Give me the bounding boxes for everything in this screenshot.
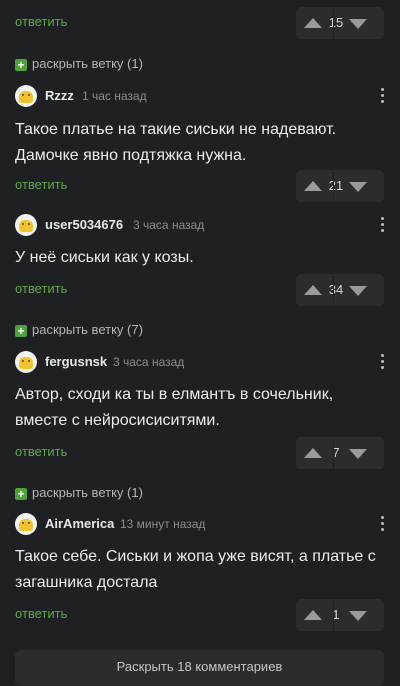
comment-header: user5034676 3 часа назад: [15, 214, 385, 238]
reply-link[interactable]: ответить: [15, 177, 67, 192]
expand-branch-button[interactable]: + раскрыть ветку (1): [15, 56, 143, 74]
downvote-icon[interactable]: [349, 19, 367, 29]
reply-link[interactable]: ответить: [15, 281, 67, 296]
reply-link[interactable]: ответить: [15, 444, 67, 459]
downvote-icon[interactable]: [349, 182, 367, 192]
upvote-icon[interactable]: [304, 18, 322, 28]
avatar[interactable]: [15, 214, 37, 236]
expand-all-comments-button[interactable]: Раскрыть 18 комментариев: [15, 650, 384, 686]
comment-actions: ответить 34: [0, 272, 400, 308]
vote-divider: [333, 601, 334, 633]
comment-header: AirAmerica 13 минут назад: [15, 513, 385, 537]
plus-icon: +: [15, 59, 27, 71]
vote-box: 34: [296, 274, 384, 308]
plus-icon: +: [15, 488, 27, 500]
vote-box: 21: [296, 170, 384, 204]
avatar[interactable]: [15, 351, 37, 373]
vote-count: 1: [332, 607, 340, 622]
comment-actions: ответить 21: [0, 168, 400, 204]
username[interactable]: fergusnsk: [45, 354, 107, 369]
comment-header: Rzzz 1 час назад: [15, 85, 385, 109]
comment-actions-top: ответить 15: [0, 5, 400, 41]
vote-divider: [333, 276, 334, 308]
expand-branch-button[interactable]: + раскрыть ветку (1): [15, 485, 143, 503]
avatar-icon: [19, 220, 33, 232]
comment-text: Автор, сходи ка ты в елмантъ в сочельник…: [15, 386, 334, 429]
avatar-icon: [19, 519, 33, 531]
username[interactable]: user5034676: [45, 217, 123, 232]
upvote-icon[interactable]: [304, 285, 322, 295]
downvote-icon[interactable]: [349, 449, 367, 459]
vote-divider: [333, 172, 334, 204]
avatar-icon: [19, 91, 33, 103]
vote-count: 15: [328, 15, 344, 30]
vote-count: 7: [332, 445, 340, 460]
comment-text: Такое себе. Сиськи и жопа уже висят, а п…: [15, 548, 376, 591]
expand-branch-label: раскрыть ветку (7): [32, 322, 143, 337]
upvote-icon[interactable]: [304, 610, 322, 620]
comment-header: fergusnsk 3 часа назад: [15, 351, 385, 375]
more-vertical-icon[interactable]: [381, 217, 385, 235]
vote-count: 21: [328, 178, 344, 193]
more-vertical-icon[interactable]: [381, 354, 385, 372]
username[interactable]: AirAmerica: [45, 516, 114, 531]
reply-link[interactable]: ответить: [15, 606, 67, 621]
comment-actions: ответить 7: [0, 435, 400, 471]
expand-all-label: Раскрыть 18 комментариев: [116, 659, 283, 674]
timestamp: 1 час назад: [82, 89, 147, 103]
expand-branch-button[interactable]: + раскрыть ветку (7): [15, 322, 143, 340]
timestamp: 13 минут назад: [120, 517, 206, 531]
comment-actions: ответить 1: [0, 597, 400, 633]
more-vertical-icon[interactable]: [381, 516, 385, 534]
downvote-icon[interactable]: [349, 611, 367, 621]
vote-count: 34: [328, 282, 344, 297]
vote-divider: [333, 439, 334, 471]
upvote-icon[interactable]: [304, 448, 322, 458]
downvote-icon[interactable]: [349, 286, 367, 296]
avatar[interactable]: [15, 513, 37, 535]
comment-text: Такое платье на такие сиськи не надевают…: [15, 121, 337, 164]
username[interactable]: Rzzz: [45, 88, 74, 103]
vote-box: 7: [296, 437, 384, 471]
vote-divider: [333, 9, 334, 41]
expand-branch-label: раскрыть ветку (1): [32, 485, 143, 500]
vote-box: 15: [296, 7, 384, 41]
upvote-icon[interactable]: [304, 181, 322, 191]
reply-link[interactable]: ответить: [15, 14, 67, 29]
vote-box: 1: [296, 599, 384, 633]
avatar-icon: [19, 357, 33, 369]
comment-text: У неё сиськи как у козы.: [15, 249, 194, 266]
timestamp: 3 часа назад: [133, 218, 205, 232]
plus-icon: +: [15, 325, 27, 337]
timestamp: 3 часа назад: [113, 355, 185, 369]
avatar[interactable]: [15, 85, 37, 107]
expand-branch-label: раскрыть ветку (1): [32, 56, 143, 71]
more-vertical-icon[interactable]: [381, 88, 385, 106]
